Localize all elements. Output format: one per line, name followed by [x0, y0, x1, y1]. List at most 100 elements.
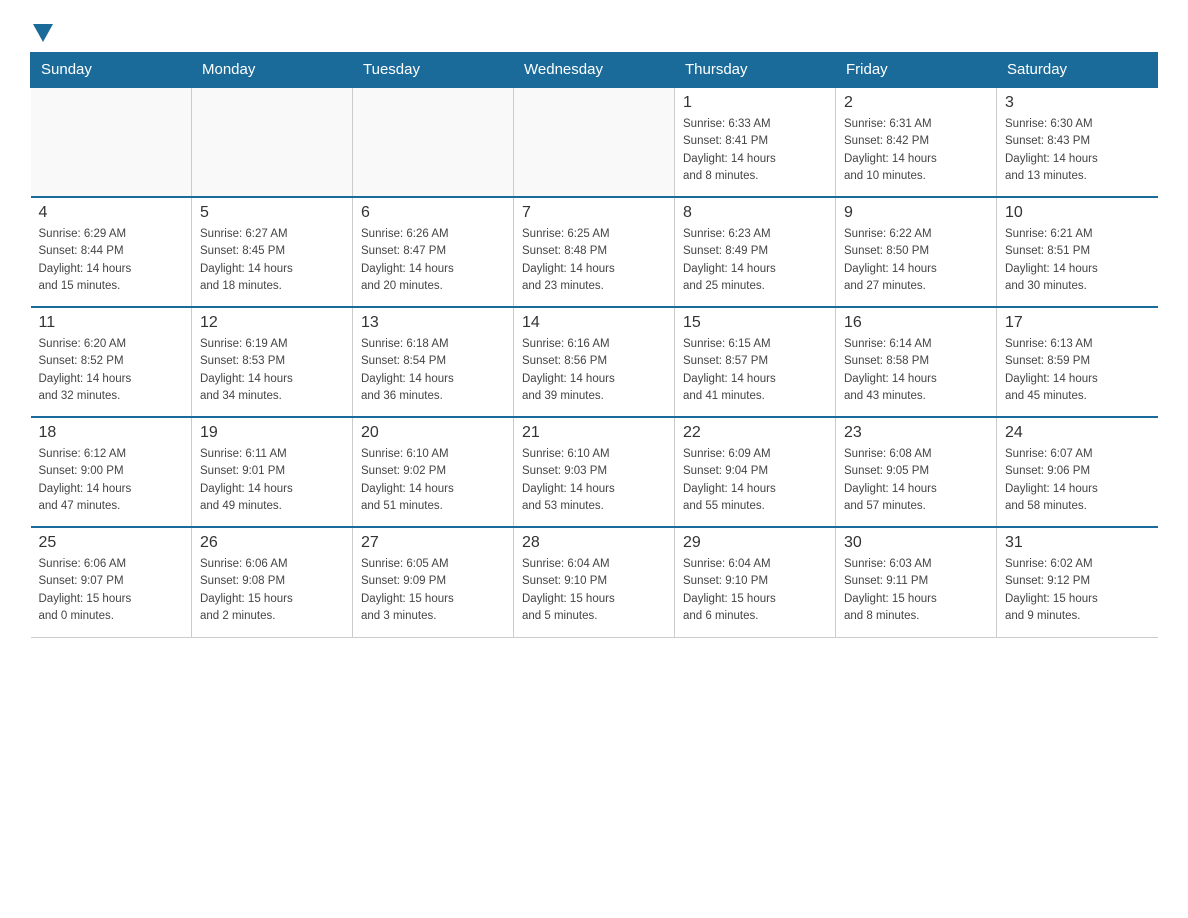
- calendar-cell: 23 Sunrise: 6:08 AMSunset: 9:05 PMDayligh…: [836, 417, 997, 527]
- day-info: Sunrise: 6:25 AMSunset: 8:48 PMDaylight:…: [522, 226, 666, 295]
- day-info: Sunrise: 6:20 AMSunset: 8:52 PMDaylight:…: [39, 336, 184, 405]
- day-number: 22: [683, 424, 827, 442]
- col-friday: Friday: [836, 53, 997, 88]
- day-number: 26: [200, 534, 344, 552]
- day-number: 27: [361, 534, 505, 552]
- logo-arrow-icon: [33, 24, 53, 42]
- day-info: Sunrise: 6:10 AMSunset: 9:02 PMDaylight:…: [361, 446, 505, 515]
- day-info: Sunrise: 6:18 AMSunset: 8:54 PMDaylight:…: [361, 336, 505, 405]
- calendar-week-row: 18 Sunrise: 6:12 AMSunset: 9:00 PMDayligh…: [31, 417, 1158, 527]
- day-number: 29: [683, 534, 827, 552]
- day-info: Sunrise: 6:26 AMSunset: 8:47 PMDaylight:…: [361, 226, 505, 295]
- day-number: 17: [1005, 314, 1150, 332]
- day-info: Sunrise: 6:05 AMSunset: 9:09 PMDaylight:…: [361, 556, 505, 625]
- calendar-week-row: 4 Sunrise: 6:29 AMSunset: 8:44 PMDaylight…: [31, 197, 1158, 307]
- calendar-cell: 18 Sunrise: 6:12 AMSunset: 9:00 PMDayligh…: [31, 417, 192, 527]
- col-wednesday: Wednesday: [514, 53, 675, 88]
- calendar-week-row: 25Sunrise: 6:06 AMSunset: 9:07 PMDayligh…: [31, 527, 1158, 637]
- day-info: Sunrise: 6:12 AMSunset: 9:00 PMDaylight:…: [39, 446, 184, 515]
- day-info: Sunrise: 6:33 AMSunset: 8:41 PMDaylight:…: [683, 116, 827, 185]
- day-info: Sunrise: 6:10 AMSunset: 9:03 PMDaylight:…: [522, 446, 666, 515]
- calendar-week-row: 1Sunrise: 6:33 AMSunset: 8:41 PMDaylight…: [31, 87, 1158, 197]
- day-info: Sunrise: 6:19 AMSunset: 8:53 PMDaylight:…: [200, 336, 344, 405]
- calendar-cell: 10Sunrise: 6:21 AMSunset: 8:51 PMDayligh…: [997, 197, 1158, 307]
- day-info: Sunrise: 6:16 AMSunset: 8:56 PMDaylight:…: [522, 336, 666, 405]
- day-info: Sunrise: 6:07 AMSunset: 9:06 PMDaylight:…: [1005, 446, 1150, 515]
- day-number: 25: [39, 534, 184, 552]
- day-info: Sunrise: 6:21 AMSunset: 8:51 PMDaylight:…: [1005, 226, 1150, 295]
- calendar-cell: 20 Sunrise: 6:10 AMSunset: 9:02 PMDayligh…: [353, 417, 514, 527]
- day-info: Sunrise: 6:04 AMSunset: 9:10 PMDaylight:…: [522, 556, 666, 625]
- calendar-cell: 9 Sunrise: 6:22 AMSunset: 8:50 PMDaylight…: [836, 197, 997, 307]
- day-info: Sunrise: 6:02 AMSunset: 9:12 PMDaylight:…: [1005, 556, 1150, 625]
- day-number: 28: [522, 534, 666, 552]
- day-info: Sunrise: 6:14 AMSunset: 8:58 PMDaylight:…: [844, 336, 988, 405]
- day-number: 20: [361, 424, 505, 442]
- day-number: 18: [39, 424, 184, 442]
- calendar-cell: 22 Sunrise: 6:09 AMSunset: 9:04 PMDayligh…: [675, 417, 836, 527]
- col-thursday: Thursday: [675, 53, 836, 88]
- day-number: 4: [39, 204, 184, 222]
- day-number: 30: [844, 534, 988, 552]
- day-number: 9: [844, 204, 988, 222]
- day-number: 14: [522, 314, 666, 332]
- day-info: Sunrise: 6:15 AMSunset: 8:57 PMDaylight:…: [683, 336, 827, 405]
- calendar-cell: 13 Sunrise: 6:18 AMSunset: 8:54 PMDayligh…: [353, 307, 514, 417]
- day-info: Sunrise: 6:08 AMSunset: 9:05 PMDaylight:…: [844, 446, 988, 515]
- calendar-cell: 25Sunrise: 6:06 AMSunset: 9:07 PMDayligh…: [31, 527, 192, 637]
- calendar-cell: 1Sunrise: 6:33 AMSunset: 8:41 PMDaylight…: [675, 87, 836, 197]
- header-row: Sunday Monday Tuesday Wednesday Thursday…: [31, 53, 1158, 88]
- calendar-cell: 4 Sunrise: 6:29 AMSunset: 8:44 PMDaylight…: [31, 197, 192, 307]
- day-number: 13: [361, 314, 505, 332]
- day-number: 16: [844, 314, 988, 332]
- day-number: 2: [844, 94, 988, 112]
- day-number: 5: [200, 204, 344, 222]
- day-number: 6: [361, 204, 505, 222]
- calendar-cell: 11 Sunrise: 6:20 AMSunset: 8:52 PMDayligh…: [31, 307, 192, 417]
- calendar-body: 1Sunrise: 6:33 AMSunset: 8:41 PMDaylight…: [31, 87, 1158, 637]
- calendar-cell: [192, 87, 353, 197]
- calendar-header: Sunday Monday Tuesday Wednesday Thursday…: [31, 53, 1158, 88]
- calendar-cell: 6 Sunrise: 6:26 AMSunset: 8:47 PMDaylight…: [353, 197, 514, 307]
- calendar-cell: 16 Sunrise: 6:14 AMSunset: 8:58 PMDayligh…: [836, 307, 997, 417]
- calendar-cell: 30 Sunrise: 6:03 AMSunset: 9:11 PMDayligh…: [836, 527, 997, 637]
- calendar-table: Sunday Monday Tuesday Wednesday Thursday…: [30, 52, 1158, 638]
- calendar-cell: 5 Sunrise: 6:27 AMSunset: 8:45 PMDaylight…: [192, 197, 353, 307]
- day-info: Sunrise: 6:13 AMSunset: 8:59 PMDaylight:…: [1005, 336, 1150, 405]
- day-number: 3: [1005, 94, 1150, 112]
- col-sunday: Sunday: [31, 53, 192, 88]
- col-monday: Monday: [192, 53, 353, 88]
- col-tuesday: Tuesday: [353, 53, 514, 88]
- calendar-cell: 17 Sunrise: 6:13 AMSunset: 8:59 PMDayligh…: [997, 307, 1158, 417]
- day-info: Sunrise: 6:22 AMSunset: 8:50 PMDaylight:…: [844, 226, 988, 295]
- calendar-cell: 28 Sunrise: 6:04 AMSunset: 9:10 PMDayligh…: [514, 527, 675, 637]
- day-number: 8: [683, 204, 827, 222]
- day-number: 11: [39, 314, 184, 332]
- day-info: Sunrise: 6:27 AMSunset: 8:45 PMDaylight:…: [200, 226, 344, 295]
- calendar-week-row: 11 Sunrise: 6:20 AMSunset: 8:52 PMDayligh…: [31, 307, 1158, 417]
- calendar-cell: 15 Sunrise: 6:15 AMSunset: 8:57 PMDayligh…: [675, 307, 836, 417]
- calendar-cell: 27 Sunrise: 6:05 AMSunset: 9:09 PMDayligh…: [353, 527, 514, 637]
- day-info: Sunrise: 6:31 AMSunset: 8:42 PMDaylight:…: [844, 116, 988, 185]
- calendar-cell: [353, 87, 514, 197]
- day-info: Sunrise: 6:09 AMSunset: 9:04 PMDaylight:…: [683, 446, 827, 515]
- day-number: 7: [522, 204, 666, 222]
- calendar-cell: [31, 87, 192, 197]
- day-number: 23: [844, 424, 988, 442]
- logo: [30, 20, 53, 42]
- day-info: Sunrise: 6:29 AMSunset: 8:44 PMDaylight:…: [39, 226, 184, 295]
- calendar-cell: 3Sunrise: 6:30 AMSunset: 8:43 PMDaylight…: [997, 87, 1158, 197]
- calendar-cell: 26 Sunrise: 6:06 AMSunset: 9:08 PMDayligh…: [192, 527, 353, 637]
- day-number: 19: [200, 424, 344, 442]
- calendar-cell: 31Sunrise: 6:02 AMSunset: 9:12 PMDayligh…: [997, 527, 1158, 637]
- calendar-cell: 19Sunrise: 6:11 AMSunset: 9:01 PMDayligh…: [192, 417, 353, 527]
- day-info: Sunrise: 6:06 AMSunset: 9:08 PMDaylight:…: [200, 556, 344, 625]
- day-info: Sunrise: 6:03 AMSunset: 9:11 PMDaylight:…: [844, 556, 988, 625]
- day-number: 21: [522, 424, 666, 442]
- calendar-cell: 7 Sunrise: 6:25 AMSunset: 8:48 PMDaylight…: [514, 197, 675, 307]
- calendar-cell: 24Sunrise: 6:07 AMSunset: 9:06 PMDayligh…: [997, 417, 1158, 527]
- calendar-cell: [514, 87, 675, 197]
- calendar-cell: 2 Sunrise: 6:31 AMSunset: 8:42 PMDaylight…: [836, 87, 997, 197]
- calendar-cell: 21 Sunrise: 6:10 AMSunset: 9:03 PMDayligh…: [514, 417, 675, 527]
- day-number: 15: [683, 314, 827, 332]
